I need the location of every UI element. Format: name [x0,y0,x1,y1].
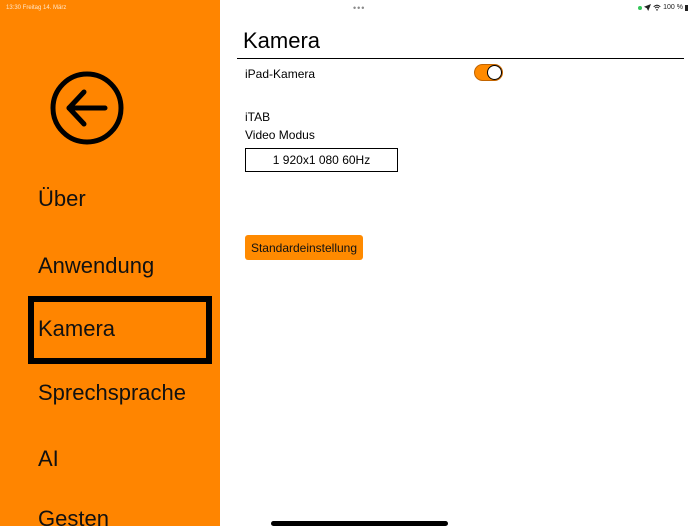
page-title: Kamera [243,28,321,53]
itab-label: iTAB [245,110,271,124]
default-settings-button[interactable]: Standardeinstellung [245,235,363,260]
ipad-camera-label: iPad-Kamera [245,67,316,81]
sidebar-item-ai[interactable]: AI [38,446,59,472]
status-time-date: 13:30 Freitag 14. März [6,5,67,11]
wifi-icon [653,4,661,11]
multitask-dots[interactable]: ••• [353,3,365,13]
status-indicators: 100 % [638,4,688,11]
sidebar-item-gesten[interactable]: Gesten [38,506,109,526]
sidebar-item-ueber[interactable]: Über [38,186,86,212]
ipad-camera-toggle[interactable] [474,64,503,81]
video-mode-label: Video Modus [245,128,315,142]
home-indicator[interactable] [271,521,448,526]
toggle-knob [487,65,502,80]
sidebar-item-anwendung[interactable]: Anwendung [38,253,154,279]
location-arrow-icon [644,4,652,11]
arrow-left-circle-icon [50,71,124,145]
battery-percent: 100 % [663,4,683,11]
camera-indicator-icon [638,5,643,10]
video-mode-select[interactable]: 1 920x1 080 60Hz [245,148,398,172]
title-divider [237,58,684,59]
back-button[interactable] [49,70,125,146]
sidebar: 13:30 Freitag 14. März Über Anwendung Ka… [0,0,220,526]
sidebar-item-sprechsprache[interactable]: Sprechsprache [38,380,186,406]
battery-icon [685,4,688,11]
sidebar-item-kamera[interactable]: Kamera [38,316,115,342]
